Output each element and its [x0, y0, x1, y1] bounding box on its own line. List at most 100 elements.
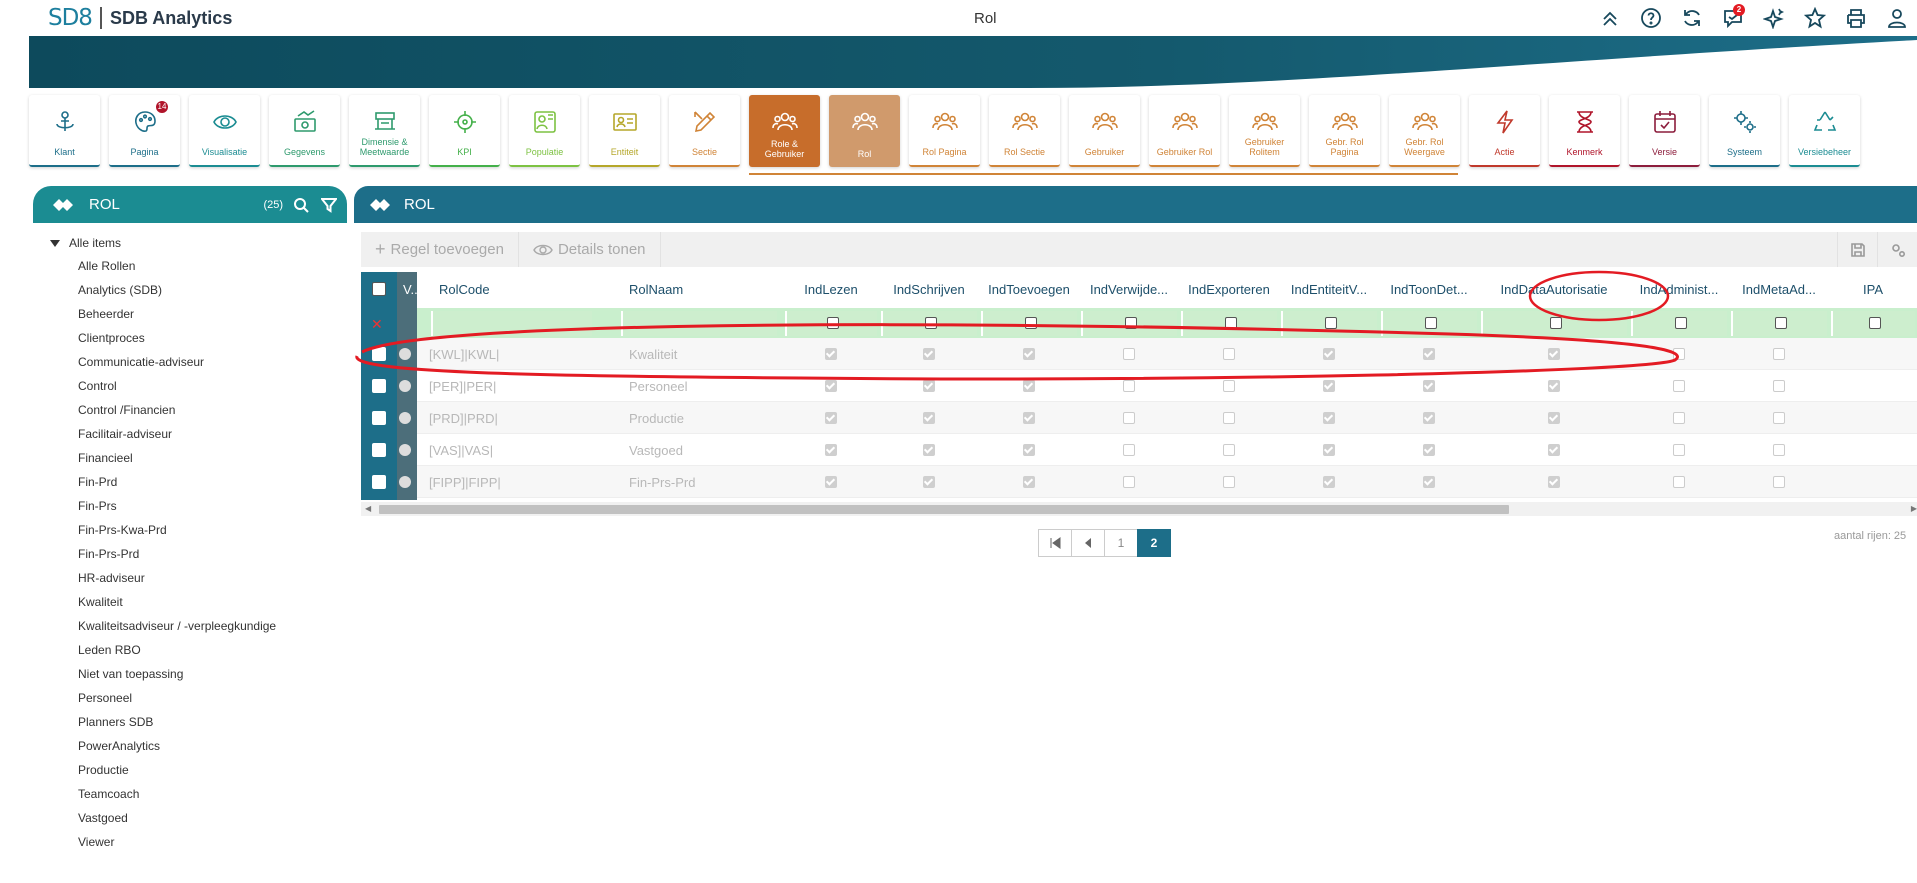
settings-button[interactable]	[1877, 232, 1917, 267]
filter-cell[interactable]	[981, 311, 1077, 336]
page-button-1[interactable]: 1	[1104, 529, 1138, 557]
user-button[interactable]	[1876, 4, 1917, 32]
filter-checkbox[interactable]	[925, 317, 937, 329]
tree-item[interactable]: Financieel	[78, 451, 276, 475]
ribbon-tile-rol-pagina[interactable]: Rol Pagina	[909, 95, 980, 167]
table-row[interactable]: [PRD]|PRD| Productie	[399, 402, 1917, 434]
tree-item[interactable]: Clientproces	[78, 331, 276, 355]
ribbon-tile-pagina[interactable]: Pagina 14	[109, 95, 180, 167]
ribbon-tile-populatie[interactable]: Populatie	[509, 95, 580, 167]
ribbon-tile-kpi[interactable]: KPI	[429, 95, 500, 167]
print-button[interactable]	[1835, 4, 1876, 32]
filter-cell[interactable]	[621, 311, 777, 336]
column-header-ipa[interactable]: IPA	[1829, 272, 1917, 306]
row-select-checkbox[interactable]	[372, 411, 386, 425]
filter-checkbox[interactable]	[827, 317, 839, 329]
first-page-button[interactable]	[1038, 529, 1072, 557]
column-header-v[interactable]: V...	[403, 272, 425, 306]
column-header-indschrijven[interactable]: IndSchrijven	[879, 272, 979, 306]
filter-checkbox[interactable]	[1025, 317, 1037, 329]
tree-item[interactable]: Communicatie-adviseur	[78, 355, 276, 379]
filter-cell[interactable]	[1181, 311, 1277, 336]
column-header-indmetaad[interactable]: IndMetaAd...	[1729, 272, 1829, 306]
ribbon-tile-role-gebruiker[interactable]: Role & Gebruiker	[749, 95, 820, 167]
filter-checkbox[interactable]	[1775, 317, 1787, 329]
ribbon-tile-gegevens[interactable]: Gegevens	[269, 95, 340, 167]
tree-item[interactable]: Fin-Prs-Prd	[78, 547, 276, 571]
ribbon-tile-kenmerk[interactable]: Kenmerk	[1549, 95, 1620, 167]
expand-icon[interactable]	[50, 239, 60, 247]
ribbon-tile-systeem[interactable]: Systeem	[1709, 95, 1780, 167]
ribbon-tile-gebruiker-rol[interactable]: Gebruiker Rol	[1149, 95, 1220, 167]
filter-checkbox[interactable]	[1425, 317, 1437, 329]
filter-cell[interactable]	[431, 311, 592, 336]
tree-item[interactable]: Fin-Prs-Kwa-Prd	[78, 523, 276, 547]
table-row[interactable]: [PER]|PER| Personeel	[399, 370, 1917, 402]
ribbon-tile-gebr-rol-weergave[interactable]: Gebr. Rol Weergave	[1389, 95, 1460, 167]
filter-icon[interactable]	[319, 195, 339, 215]
ribbon-tile-gebr-rol-pagina[interactable]: Gebr. Rol Pagina	[1309, 95, 1380, 167]
tree-item[interactable]: Facilitair-adviseur	[78, 427, 276, 451]
star-button[interactable]	[1794, 4, 1835, 32]
tree-item[interactable]: Analytics (SDB)	[78, 283, 276, 307]
column-header-indtoondet[interactable]: IndToonDet...	[1379, 272, 1479, 306]
show-details-button[interactable]: Details tonen	[519, 232, 661, 267]
column-header-inddataautorisatie[interactable]: IndDataAutorisatie	[1479, 272, 1629, 306]
tree-item[interactable]: Alle Rollen	[78, 259, 276, 283]
prev-page-button[interactable]	[1071, 529, 1105, 557]
tree-item[interactable]: Kwaliteitsadviseur / -verpleegkundige	[78, 619, 276, 643]
page-button-2[interactable]: 2	[1137, 529, 1171, 557]
help-button[interactable]	[1630, 4, 1671, 32]
sparkle-button[interactable]	[1753, 4, 1794, 32]
tree-item[interactable]: Teamcoach	[78, 787, 276, 811]
ribbon-tile-sectie[interactable]: Sectie	[669, 95, 740, 167]
column-header-indlezen[interactable]: IndLezen	[783, 272, 879, 306]
tree-item[interactable]: PowerAnalytics	[78, 739, 276, 763]
app-logo[interactable]: SD8 SDB Analytics	[48, 5, 232, 31]
filter-checkbox[interactable]	[1869, 317, 1881, 329]
row-select-checkbox[interactable]	[372, 379, 386, 393]
scroll-right-icon[interactable]: ▶	[1911, 504, 1917, 513]
clear-filter-icon[interactable]: ✕	[371, 316, 383, 333]
ribbon-tile-entiteit[interactable]: Entiteit	[589, 95, 660, 167]
collapse-button[interactable]	[1589, 4, 1630, 32]
column-header-rolnaam[interactable]: RolNaam	[629, 272, 789, 306]
tree-item[interactable]: HR-adviseur	[78, 571, 276, 595]
ribbon-tile-gebruiker[interactable]: Gebruiker	[1069, 95, 1140, 167]
ribbon-tile-actie[interactable]: Actie	[1469, 95, 1540, 167]
filter-cell[interactable]	[1631, 311, 1727, 336]
row-select-checkbox[interactable]	[372, 443, 386, 457]
row-select-checkbox[interactable]	[372, 347, 386, 361]
filter-checkbox[interactable]	[1225, 317, 1237, 329]
tree-item[interactable]: Niet van toepassing	[78, 667, 276, 691]
tree-item[interactable]: Control	[78, 379, 276, 403]
table-row[interactable]: [KWL]|KWL| Kwaliteit	[399, 338, 1917, 370]
filter-cell[interactable]	[785, 311, 877, 336]
filter-checkbox[interactable]	[1125, 317, 1137, 329]
tree-item[interactable]: Leden RBO	[78, 643, 276, 667]
ribbon-tile-versiebeheer[interactable]: Versiebeheer	[1789, 95, 1860, 167]
tree-root[interactable]: Alle items	[50, 236, 121, 250]
tree-item[interactable]: Fin-Prs	[78, 499, 276, 523]
search-icon[interactable]	[291, 195, 311, 215]
filter-checkbox[interactable]	[1675, 317, 1687, 329]
ribbon-tile-rol-sectie[interactable]: Rol Sectie	[989, 95, 1060, 167]
save-button[interactable]	[1837, 232, 1877, 267]
refresh-button[interactable]	[1671, 4, 1712, 32]
row-select-checkbox[interactable]	[372, 475, 386, 489]
tree-item[interactable]: Vastgoed	[78, 811, 276, 835]
column-header-indentiteitv[interactable]: IndEntiteitV...	[1279, 272, 1379, 306]
filter-checkbox[interactable]	[1550, 317, 1562, 329]
tree-item[interactable]: Beheerder	[78, 307, 276, 331]
ribbon-tile-visualisatie[interactable]: Visualisatie	[189, 95, 260, 167]
filter-cell[interactable]	[881, 311, 977, 336]
tree-item[interactable]: Planners SDB	[78, 715, 276, 739]
ribbon-tile-versie[interactable]: Versie	[1629, 95, 1700, 167]
horizontal-scrollbar[interactable]: ◀ ▶	[361, 502, 1917, 516]
column-header-rolcode[interactable]: RolCode	[439, 272, 604, 306]
filter-cell[interactable]	[1731, 311, 1827, 336]
column-header-indadminist[interactable]: IndAdminist...	[1629, 272, 1729, 306]
tree-item[interactable]: Personeel	[78, 691, 276, 715]
messages-button[interactable]: 2	[1712, 4, 1753, 32]
select-all-checkbox[interactable]	[372, 282, 386, 296]
